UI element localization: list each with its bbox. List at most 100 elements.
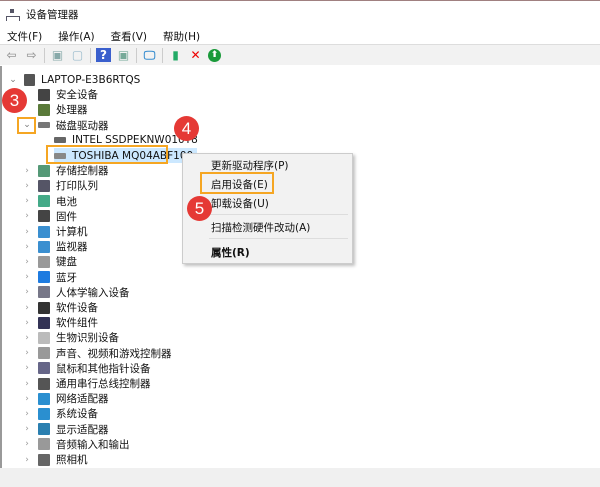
forward-arrow-icon[interactable]: ⇨ — [24, 48, 39, 62]
chevron-right-icon[interactable]: › — [22, 363, 32, 373]
tree-category[interactable]: › 软件组件 — [22, 315, 98, 330]
tree-category[interactable]: › 系统设备 — [22, 406, 98, 421]
menu-item-uninstall-device[interactable]: 卸载设备(U) — [211, 196, 269, 211]
chevron-right-icon[interactable]: › — [22, 394, 32, 404]
help-icon[interactable]: ? — [96, 48, 111, 62]
keyboard-icon — [38, 255, 50, 268]
tree-item-label: 系统设备 — [56, 408, 98, 421]
tree-category[interactable]: › 存储控制器 — [22, 163, 109, 178]
computer-icon — [38, 225, 50, 238]
tree-item-label: 计算机 — [56, 226, 88, 238]
tree-item-label: 磁盘驱动器 — [56, 119, 109, 132]
menu-item-scan-hardware[interactable]: 扫描检测硬件改动(A) — [211, 220, 310, 235]
menu-separator — [209, 214, 348, 215]
tree-root-label: LAPTOP-E3B6RTQS — [41, 73, 141, 86]
chevron-right-icon[interactable]: › — [22, 409, 32, 419]
storage-controller-icon — [38, 164, 50, 177]
hid-icon — [38, 286, 50, 299]
tree-category[interactable]: › 鼠标和其他指针设备 — [22, 361, 151, 376]
tree-category[interactable]: 安全设备 — [22, 87, 98, 102]
tree-category[interactable]: › 照相机 — [22, 452, 88, 467]
chevron-right-icon[interactable]: › — [22, 424, 32, 434]
chevron-right-icon[interactable]: › — [22, 318, 32, 328]
tree-item-label: 安全设备 — [56, 89, 98, 102]
uninstall-x-icon[interactable]: ✕ — [188, 48, 203, 62]
chevron-right-icon[interactable]: › — [22, 348, 32, 358]
device-manager-icon — [6, 8, 20, 21]
chevron-right-icon[interactable]: › — [22, 333, 32, 343]
camera-icon — [38, 453, 50, 466]
chevron-right-icon[interactable]: › — [22, 439, 32, 449]
chevron-right-icon[interactable]: › — [22, 272, 32, 282]
tree-category[interactable]: › 打印队列 — [22, 178, 98, 193]
tree-root[interactable]: ⌄ LAPTOP-E3B6RTQS — [8, 72, 140, 87]
system-device-icon — [38, 407, 50, 420]
software-component-icon — [38, 316, 50, 329]
device-tree: ⌄ LAPTOP-E3B6RTQS 安全设备 处理器 ⌄ 磁盘驱动器 INTEL SSD… — [0, 66, 600, 468]
chevron-right-icon[interactable]: › — [22, 227, 32, 237]
tree-category[interactable]: › 计算机 — [22, 224, 88, 239]
toolbar: ⇦ ⇨ ▣ ▢? ▣ 🖵 ▮ ✕ ⬆ — [0, 44, 600, 65]
step-badge-5: 5 — [187, 196, 212, 221]
chevron-right-icon[interactable]: › — [22, 166, 32, 176]
tree-item-label: 软件组件 — [56, 317, 98, 330]
chevron-right-icon[interactable]: › — [22, 287, 32, 297]
tree-category[interactable]: › 网络适配器 — [22, 391, 109, 406]
menu-item-update-driver[interactable]: 更新驱动程序(P) — [211, 158, 289, 173]
chevron-right-icon[interactable]: › — [22, 455, 32, 465]
enable-device-icon[interactable]: ⬆ — [208, 48, 221, 62]
properties-icon[interactable]: ▢ — [70, 48, 85, 62]
tree-category[interactable]: 处理器 — [22, 102, 88, 117]
tree-category[interactable]: › 生物识别设备 — [22, 330, 119, 345]
biometric-icon — [38, 331, 50, 344]
tree-item-label: 键盘 — [56, 256, 77, 269]
action-pane-icon[interactable]: ▣ — [116, 48, 131, 62]
tree-category[interactable]: › 通用串行总线控制器 — [22, 376, 151, 391]
highlight-toshiba-device — [46, 145, 168, 164]
show-hide-tree-icon[interactable]: ▣ — [50, 48, 65, 62]
chevron-right-icon[interactable]: › — [22, 196, 32, 206]
tree-category[interactable]: › 键盘 — [22, 254, 77, 269]
tree-category[interactable]: › 蓝牙 — [22, 270, 77, 285]
menu-file[interactable]: 文件(F) — [7, 29, 42, 44]
chevron-right-icon[interactable]: › — [22, 181, 32, 191]
chevron-right-icon[interactable]: › — [22, 379, 32, 389]
tree-category[interactable]: › 声音、视频和游戏控制器 — [22, 346, 172, 361]
sound-icon — [38, 347, 50, 360]
menu-action[interactable]: 操作(A) — [58, 29, 94, 44]
menu-bar: 文件(F) 操作(A) 查看(V) 帮助(H) — [0, 28, 600, 44]
print-queue-icon — [38, 179, 50, 192]
toolbar-separator — [44, 47, 45, 63]
tree-item-label: 固件 — [56, 210, 77, 223]
back-arrow-icon[interactable]: ⇦ — [4, 48, 19, 62]
tree-category[interactable]: › 人体学输入设备 — [22, 285, 130, 300]
tree-category[interactable]: › 电池 — [22, 194, 77, 209]
tree-category[interactable]: › 显示适配器 — [22, 422, 109, 437]
monitor-icon — [38, 240, 50, 253]
display-adapter-icon — [38, 423, 50, 436]
disk-icon — [54, 137, 66, 144]
tree-category[interactable]: › 监视器 — [22, 239, 88, 254]
chevron-right-icon[interactable]: › — [22, 242, 32, 252]
menu-item-properties[interactable]: 属性(R) — [211, 245, 250, 260]
security-device-icon — [38, 88, 50, 101]
menu-help[interactable]: 帮助(H) — [163, 29, 200, 44]
tree-item-label: 显示适配器 — [56, 423, 109, 436]
tree-item-label: 音频输入和输出 — [56, 438, 130, 451]
tree-item-label: 打印队列 — [56, 180, 98, 193]
tree-item-label: 处理器 — [56, 104, 88, 117]
scan-hardware-icon[interactable]: 🖵 — [142, 48, 157, 62]
tree-category[interactable]: › 固件 — [22, 209, 77, 224]
usb-icon — [38, 377, 50, 390]
menu-view[interactable]: 查看(V) — [111, 29, 147, 44]
chevron-down-icon[interactable]: ⌄ — [8, 75, 18, 85]
tree-category[interactable]: › 软件设备 — [22, 300, 98, 315]
chevron-right-icon[interactable]: › — [22, 211, 32, 221]
title-bar: 设备管理器 — [0, 0, 600, 28]
mouse-icon — [38, 362, 50, 375]
tree-item-label: 鼠标和其他指针设备 — [56, 362, 151, 375]
update-driver-icon[interactable]: ▮ — [168, 48, 183, 62]
chevron-right-icon[interactable]: › — [22, 257, 32, 267]
chevron-right-icon[interactable]: › — [22, 303, 32, 313]
tree-category[interactable]: › 音频输入和输出 — [22, 437, 130, 452]
